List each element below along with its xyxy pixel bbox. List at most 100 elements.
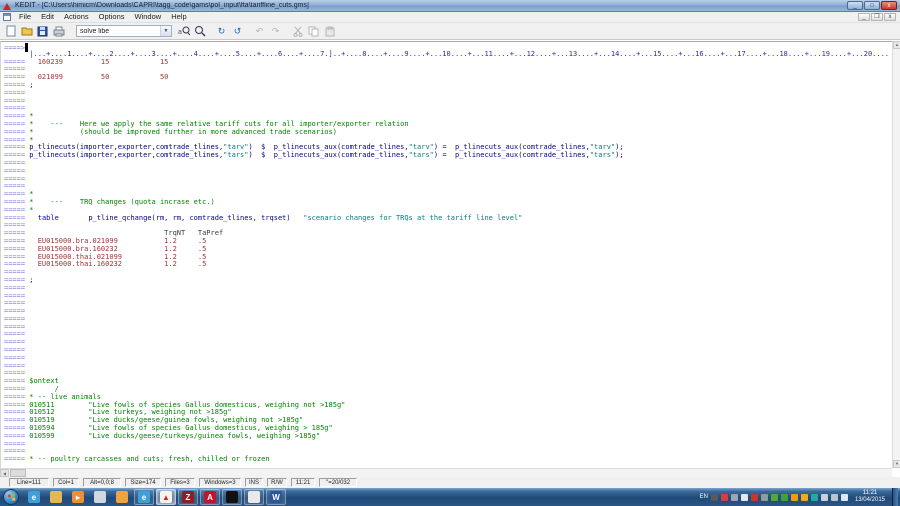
editor-line[interactable]: ===== ;: [4, 277, 892, 285]
menu-file[interactable]: File: [14, 12, 36, 22]
editor-line[interactable]: ===== table p_tline_qchange(rm, rm, comt…: [4, 215, 892, 223]
horizontal-scroll-thumb[interactable]: [10, 469, 26, 477]
editor-line[interactable]: =====: [4, 355, 892, 363]
combo-dropdown-icon[interactable]: ▼: [160, 26, 171, 36]
change-all-icon[interactable]: ↺: [230, 24, 245, 38]
show-desktop-button[interactable]: [892, 488, 898, 506]
command-combo-value[interactable]: solve libe: [77, 28, 160, 35]
editor-line[interactable]: =====: [4, 183, 892, 191]
mdi-minimize-button[interactable]: _: [858, 13, 870, 21]
minimize-button[interactable]: _: [847, 1, 863, 10]
undo-icon[interactable]: ↶: [252, 24, 267, 38]
menu-edit[interactable]: Edit: [36, 12, 59, 22]
taskbar-item-java-app[interactable]: [244, 489, 264, 505]
editor-line[interactable]: ===== p_tlinecuts(importer,exporter,comt…: [4, 152, 892, 160]
print-icon[interactable]: [51, 24, 66, 38]
editor-line[interactable]: =====: [4, 347, 892, 355]
taskbar-item-windows-explorer[interactable]: [46, 489, 66, 505]
tray-briefcase-icon[interactable]: [711, 494, 718, 501]
tray-teal-icon[interactable]: [811, 494, 818, 501]
editor-line[interactable]: =====: [4, 324, 892, 332]
horizontal-scrollbar[interactable]: ◀: [0, 468, 892, 477]
editor-line[interactable]: =====: [4, 370, 892, 378]
tray-clipboard-icon[interactable]: [821, 494, 828, 501]
taskbar-item-shield-app[interactable]: Z: [178, 489, 198, 505]
maximize-button[interactable]: □: [864, 1, 880, 10]
editor-line[interactable]: =====: [4, 441, 892, 449]
redo-icon[interactable]: ↷: [268, 24, 283, 38]
tray-arrow-icon[interactable]: [741, 494, 748, 501]
menu-help[interactable]: Help: [166, 12, 191, 22]
editor-line[interactable]: ===== $ontext: [4, 378, 892, 386]
taskbar-item-kedit-window[interactable]: ▲: [156, 489, 176, 505]
editor-line[interactable]: ===== 160239 15 15: [4, 59, 892, 67]
zoom-icon[interactable]: [192, 24, 207, 38]
copy-icon[interactable]: [306, 24, 321, 38]
editor-line[interactable]: =====: [4, 98, 892, 106]
language-indicator[interactable]: EN: [700, 494, 708, 500]
editor-line[interactable]: ===== ;: [4, 82, 892, 90]
editor-text-area[interactable]: ====> |...+....1....+....2....+....3....…: [4, 43, 892, 468]
editor-line[interactable]: =====: [4, 285, 892, 293]
editor-line[interactable]: =====: [4, 363, 892, 371]
taskbar-item-outlook[interactable]: [112, 489, 132, 505]
editor-line[interactable]: ===== EU015000.thai.160232 1.2 .5: [4, 261, 892, 269]
editor-line[interactable]: ===== /: [4, 386, 892, 394]
editor-line[interactable]: =====: [4, 293, 892, 301]
menu-options[interactable]: Options: [94, 12, 130, 22]
editor-line[interactable]: ===== 010599 "Live ducks/geese/turkeys/g…: [4, 433, 892, 441]
taskbar-item-media-player[interactable]: ▸: [68, 489, 88, 505]
scroll-down-icon[interactable]: ▼: [893, 460, 900, 468]
tray-green-icon[interactable]: [771, 494, 778, 501]
taskbar-item-internet-explorer[interactable]: e: [24, 489, 44, 505]
editor-line[interactable]: =====: [4, 160, 892, 168]
editor-line[interactable]: =====: [4, 168, 892, 176]
editor-line[interactable]: =====: [4, 176, 892, 184]
tray-orange-icon[interactable]: [801, 494, 808, 501]
save-icon[interactable]: [35, 24, 50, 38]
tray-network-icon[interactable]: [731, 494, 738, 501]
tray-red-badge-icon[interactable]: [721, 494, 728, 501]
taskbar-clock[interactable]: 11:21 13/04/2015: [851, 490, 889, 504]
editor-line[interactable]: =====: [4, 300, 892, 308]
scroll-up-icon[interactable]: ▲: [893, 41, 900, 49]
taskbar-item-clock-gadget[interactable]: [90, 489, 110, 505]
mdi-close-button[interactable]: x: [884, 13, 896, 21]
tray-volume-icon[interactable]: [841, 494, 848, 501]
open-file-icon[interactable]: [19, 24, 34, 38]
editor-line[interactable]: =====: [4, 339, 892, 347]
vertical-scrollbar[interactable]: ▲ ▼: [892, 41, 900, 468]
scroll-left-icon[interactable]: ◀: [0, 469, 9, 477]
editor-line[interactable]: ===== * --- TRQ changes (quota incrase e…: [4, 199, 892, 207]
tray-red-dot-icon[interactable]: [751, 494, 758, 501]
menu-actions[interactable]: Actions: [59, 12, 94, 22]
command-combo[interactable]: solve libe ▼: [76, 25, 172, 37]
mdi-restore-button[interactable]: ❐: [871, 13, 883, 21]
taskbar-item-word[interactable]: W: [266, 489, 286, 505]
editor-line[interactable]: ===== * -- poultry carcasses and cuts; f…: [4, 456, 892, 464]
tray-refresh-icon[interactable]: [781, 494, 788, 501]
close-button[interactable]: x: [881, 1, 897, 10]
editor-line[interactable]: =====: [4, 308, 892, 316]
editor-line[interactable]: =====: [4, 331, 892, 339]
tray-window-icon[interactable]: [761, 494, 768, 501]
new-file-icon[interactable]: [3, 24, 18, 38]
taskbar-item-command-prompt[interactable]: [222, 489, 242, 505]
editor-line[interactable]: =====: [4, 269, 892, 277]
tray-orange-o-icon[interactable]: [791, 494, 798, 501]
mdi-system-icon[interactable]: [3, 13, 11, 21]
editor-line[interactable]: ===== 021099 50 50: [4, 74, 892, 82]
cut-icon[interactable]: [290, 24, 305, 38]
editor-line[interactable]: =====: [4, 105, 892, 113]
menu-window[interactable]: Window: [130, 12, 167, 22]
editor-line[interactable]: ===== * (should be improved further in m…: [4, 129, 892, 137]
start-button[interactable]: [3, 489, 19, 505]
editor-line[interactable]: =====: [4, 316, 892, 324]
change-icon[interactable]: ↻: [214, 24, 229, 38]
taskbar-item-adobe-reader[interactable]: A: [200, 489, 220, 505]
find-icon[interactable]: a: [176, 24, 191, 38]
taskbar-item-internet-explorer-window[interactable]: e: [134, 489, 154, 505]
paste-icon[interactable]: [322, 24, 337, 38]
tray-sync-icon[interactable]: [831, 494, 838, 501]
editor-line[interactable]: =====: [4, 90, 892, 98]
